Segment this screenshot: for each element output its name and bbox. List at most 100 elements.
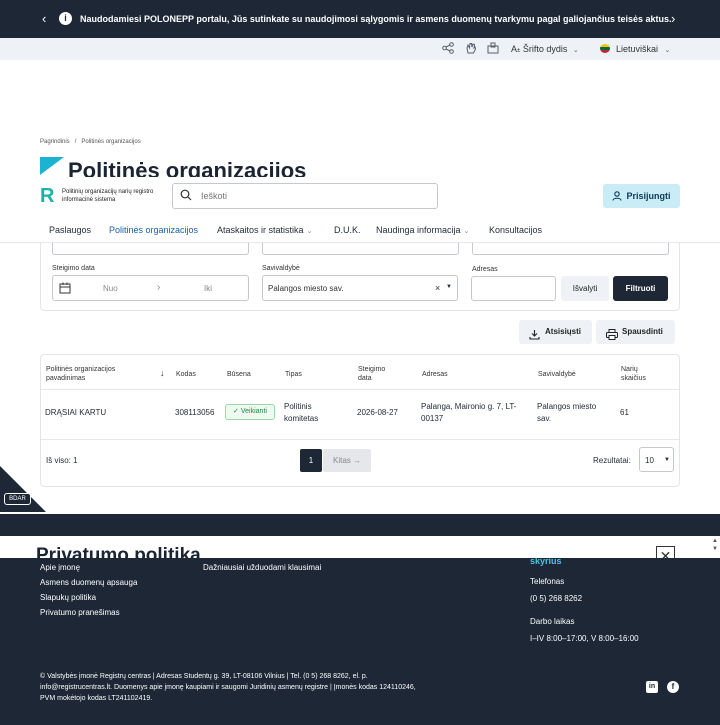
date-to: Iki bbox=[204, 284, 212, 293]
cell-date: 2026-08-27 bbox=[357, 408, 398, 417]
sign-language-icon[interactable] bbox=[486, 42, 500, 56]
cell-code: 308113056 bbox=[175, 408, 215, 417]
footer-link-privacy[interactable]: Privatumo pranešimas bbox=[40, 608, 120, 617]
nav-item-political-organizations[interactable]: Politinės organizacijos bbox=[109, 225, 198, 235]
column-header-address: Adresas bbox=[422, 371, 448, 378]
municipality-label: Savivaldybė bbox=[262, 265, 300, 272]
search-input[interactable] bbox=[201, 188, 431, 204]
chevron-down-icon: ⌄ bbox=[463, 228, 470, 235]
download-button[interactable]: Atsisiųsti bbox=[519, 320, 592, 344]
date-arrow-icon: › bbox=[157, 282, 161, 293]
table-row[interactable]: DRĄSIAI KARTU 308113056 Politinis komite… bbox=[40, 389, 680, 437]
cell-members: 61 bbox=[620, 408, 629, 417]
nav-item-useful-info[interactable]: Naudinga informacija ⌄ bbox=[376, 225, 469, 235]
linkedin-icon[interactable]: in bbox=[646, 681, 658, 693]
download-label: Atsisiųsti bbox=[545, 327, 582, 336]
per-page-value: 10 bbox=[645, 456, 654, 465]
lithuania-flag-icon bbox=[600, 44, 610, 53]
font-size-label: Šrifto dydis bbox=[522, 44, 568, 54]
close-icon[interactable]: ✕ bbox=[656, 546, 675, 558]
phone-value[interactable]: (0 5) 268 8262 bbox=[530, 594, 582, 603]
user-icon bbox=[612, 186, 623, 210]
chevron-down-icon: ⌄ bbox=[306, 228, 313, 235]
column-header-name[interactable]: Politinės organizacijos pavadinimas bbox=[46, 365, 146, 383]
nav-item-reports[interactable]: Ataskaitos ir statistika ⌄ bbox=[217, 225, 312, 235]
nav-item-services[interactable]: Paslaugos bbox=[49, 225, 91, 235]
login-button[interactable]: Prisijungti bbox=[603, 184, 680, 208]
check-icon: ✓ bbox=[233, 408, 239, 415]
dark-strip bbox=[0, 514, 720, 536]
logo-mark: R bbox=[40, 185, 55, 207]
per-page-select[interactable]: 10 ▼ bbox=[639, 447, 674, 472]
font-size-selector[interactable]: A± Šrifto dydis ⌄ bbox=[511, 44, 579, 54]
footer-link-data-protection[interactable]: Asmens duomenų apsauga bbox=[40, 578, 137, 587]
main-nav: Paslaugos Politinės organizacijos Ataska… bbox=[0, 217, 720, 243]
bdar-button[interactable]: BDAR bbox=[4, 493, 31, 505]
filter-input-hidden[interactable] bbox=[52, 243, 249, 255]
date-label: Steigimo data bbox=[52, 265, 95, 272]
clear-button[interactable]: Išvalyti bbox=[561, 276, 609, 301]
nav-item-consultations[interactable]: Konsultacijos bbox=[489, 225, 542, 235]
page-title: Politinės organizacijos bbox=[68, 158, 307, 177]
address-input[interactable] bbox=[471, 276, 556, 301]
calendar-icon bbox=[59, 282, 71, 296]
total-count: Iš viso: 1 bbox=[46, 456, 78, 465]
share-icon[interactable] bbox=[441, 42, 455, 56]
sort-arrow-icon[interactable]: ↓ bbox=[160, 369, 165, 378]
print-label: Spausdinti bbox=[622, 327, 663, 336]
print-button[interactable]: Spausdinti bbox=[596, 320, 675, 344]
privacy-modal-title: Privatumo politika bbox=[36, 546, 201, 558]
download-icon bbox=[529, 326, 540, 350]
cell-type: Politinis komitetas bbox=[284, 402, 319, 423]
column-header-code: Kodas bbox=[176, 371, 196, 378]
language-label: Lietuviškai bbox=[616, 44, 659, 54]
search-icon[interactable] bbox=[180, 189, 192, 204]
cell-address: Palanga, Maironio g. 7, LT-00137 bbox=[421, 402, 517, 423]
chevron-down-icon: ⌄ bbox=[664, 47, 671, 54]
breadcrumb: Pagrindinis / Politinės organizacijos bbox=[40, 139, 141, 145]
address-label: Adresas bbox=[472, 266, 498, 273]
notice-bar: ‹ i Naudodamiesi POLONEPP portalu, Jūs s… bbox=[0, 0, 720, 38]
column-header-municipality: Savivaldybė bbox=[538, 371, 576, 378]
print-icon bbox=[606, 326, 618, 350]
breadcrumb-home[interactable]: Pagrindinis bbox=[40, 139, 70, 145]
language-selector[interactable]: Lietuviškai ⌄ bbox=[600, 44, 670, 54]
notice-text: Naudodamiesi POLONEPP portalu, Jūs sutin… bbox=[80, 14, 672, 24]
breadcrumb-current: Politinės organizacijos bbox=[81, 139, 141, 145]
footer-link-faq[interactable]: Dažniausiai užduodami klausimai bbox=[203, 563, 321, 572]
hand-icon[interactable] bbox=[464, 42, 478, 56]
cell-municipality: Palangos miesto sav. bbox=[537, 402, 597, 423]
filter-button[interactable]: Filtruoti bbox=[613, 276, 668, 301]
phone-label: Telefonas bbox=[530, 577, 565, 586]
footer-legal: © Valstybės įmonė Registrų centras | Adr… bbox=[40, 673, 416, 702]
login-label: Prisijungti bbox=[626, 191, 671, 201]
footer-link-cookies[interactable]: Slapukų politika bbox=[40, 593, 96, 602]
column-header-type: Tipas bbox=[285, 371, 302, 378]
search-box bbox=[172, 183, 438, 209]
clear-selection-icon[interactable]: × bbox=[435, 283, 440, 293]
nav-item-faq[interactable]: D.U.K. bbox=[334, 225, 361, 235]
utility-bar: A± Šrifto dydis ⌄ Lietuviškai ⌄ bbox=[0, 38, 720, 60]
municipality-select[interactable]: Palangos miesto sav. × ▼ bbox=[262, 275, 458, 301]
status-badge: ✓ Veikianti bbox=[225, 404, 275, 420]
date-from: Nuo bbox=[103, 284, 118, 293]
notice-next-icon[interactable]: › bbox=[671, 11, 675, 26]
date-range-field[interactable]: Nuo › Iki bbox=[52, 275, 249, 301]
facebook-icon[interactable]: f bbox=[667, 681, 679, 693]
cell-name[interactable]: DRĄSIAI KARTU bbox=[45, 407, 106, 419]
filter-input-hidden[interactable] bbox=[262, 243, 459, 255]
municipality-value: Palangos miesto sav. bbox=[268, 284, 344, 293]
next-page-button[interactable]: Kitas → bbox=[323, 449, 371, 472]
caret-down-icon: ▼ bbox=[664, 457, 670, 463]
column-header-status: Būsena bbox=[227, 371, 251, 378]
row-divider bbox=[41, 439, 679, 440]
page-button-current[interactable]: 1 bbox=[300, 449, 322, 472]
scrollbar-arrows[interactable]: ▲ ▼ bbox=[711, 537, 719, 553]
filter-input-hidden[interactable] bbox=[472, 243, 669, 255]
chevron-down-icon: ⌄ bbox=[572, 47, 579, 54]
footer-link-about[interactable]: Apie įmonę bbox=[40, 563, 80, 572]
site-logo[interactable]: R Politinių organizacijų narių registro … bbox=[40, 185, 170, 209]
notice-prev-icon[interactable]: ‹ bbox=[42, 11, 46, 26]
hours-label: Darbo laikas bbox=[530, 617, 575, 626]
column-header-date: Steigimo data bbox=[358, 366, 386, 382]
